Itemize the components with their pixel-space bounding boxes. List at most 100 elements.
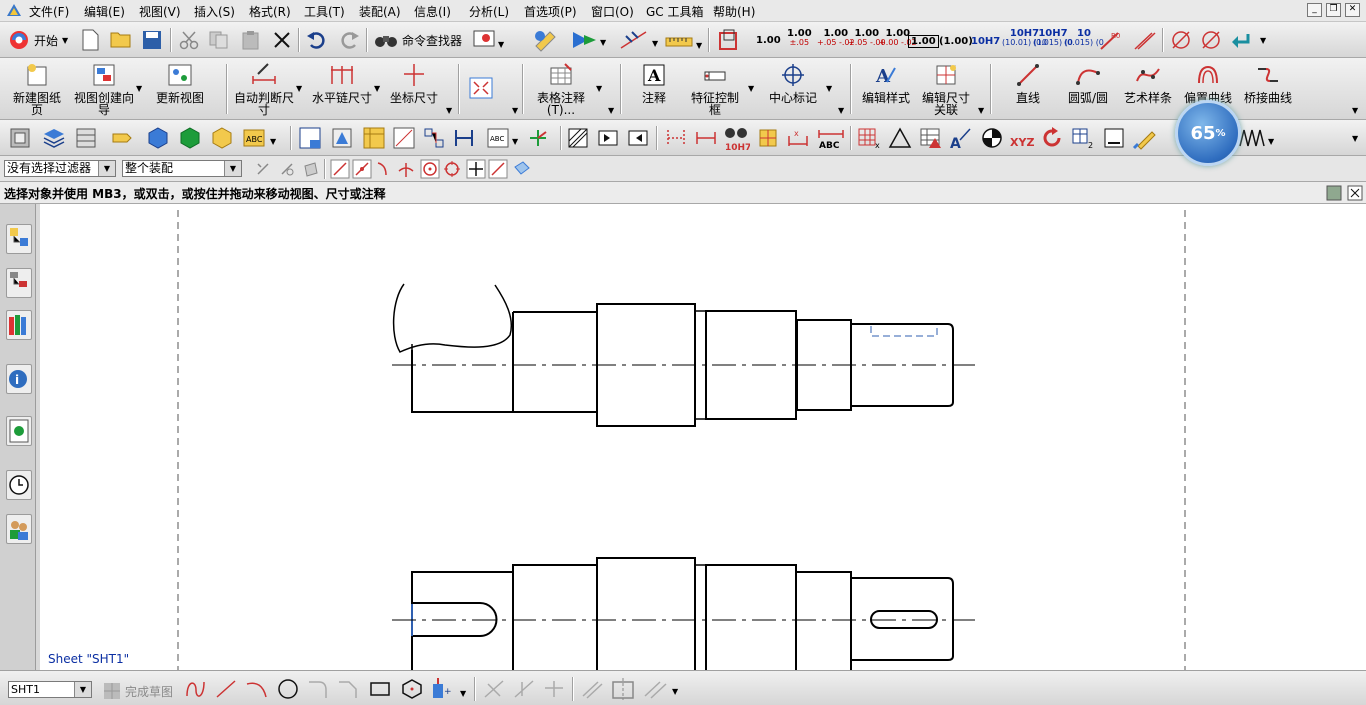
ordinate-dimension-button[interactable]: 坐标尺寸 [384,62,444,104]
select-face-icon[interactable] [302,160,320,178]
center-mark-dropdown[interactable]: ▼ [826,84,832,93]
triangle-icon[interactable] [888,126,912,150]
sketch-polygon-icon[interactable] [400,678,424,700]
type-filter-select[interactable]: 没有选择过滤器 ▼ [4,160,116,177]
undo-icon[interactable] [306,30,328,50]
view-orientation-icon[interactable] [526,126,556,150]
rapid-dimension-button[interactable]: 自动判断尺寸 [234,62,294,116]
sketch-constraints-icon[interactable]: + ▼ [430,676,470,702]
brush-icon[interactable] [1132,126,1160,150]
hole-dimension-icon[interactable]: 10H7 [722,124,750,152]
close-window-button[interactable]: ✕ [1345,3,1360,17]
view-style-icon[interactable]: ABC ▼ [486,126,522,150]
sheet-select[interactable]: SHT1 ▼ [8,681,92,698]
display-icon[interactable]: ▼ [472,29,506,51]
start-button[interactable]: 开始 ▼ [8,28,68,52]
note-button[interactable]: A 注释 [630,62,678,104]
detail-view-icon[interactable] [392,126,416,150]
new-sheet-button[interactable]: 新建图纸页 [8,62,66,116]
tolerance-limit[interactable]: 1.00 ±.05 [787,29,812,48]
history-tab[interactable] [6,470,32,500]
part-navigator-tab[interactable] [6,224,32,254]
menu-preferences[interactable]: 首选项(P) [524,3,577,20]
dimension-grid-icon[interactable] [664,126,688,150]
menu-tools[interactable]: 工具(T) [304,3,345,20]
restore-button[interactable]: ❐ [1326,3,1341,17]
abc-dimension-icon[interactable]: ABC [816,124,846,152]
tabular-note-button[interactable]: 表格注释(T)... [530,62,592,116]
edit-group-dropdown[interactable]: ▼ [978,106,984,115]
xyz-icon[interactable]: XYZ [1008,126,1038,150]
menu-gc-toolkit[interactable]: GC 工具箱 [646,3,704,20]
drawing-sheet[interactable] [40,204,1366,670]
snap-existing-point-icon[interactable] [466,159,486,179]
sketch-fillet-icon[interactable] [306,678,330,700]
studio-spline-button[interactable]: 艺术样条 [1120,62,1176,104]
sketch-line-icon[interactable] [214,678,238,700]
view-wizard-dropdown[interactable]: ▼ [136,84,142,93]
snap-point-icon[interactable]: ▼ [618,28,662,52]
arc-circle-button[interactable]: 圆弧/圆 [1060,62,1116,104]
new-file-icon[interactable] [80,29,100,51]
edit-dimension-association-button[interactable]: 编辑尺寸关联 [918,62,974,116]
sheet-select-arrow-icon[interactable]: ▼ [74,682,91,697]
menu-assemblies[interactable]: 装配(A) [359,3,401,20]
toolbar1-more-chevron[interactable]: ▼ [1260,36,1266,45]
sketch-circle-icon[interactable] [276,678,300,700]
mirror-icon[interactable] [610,676,636,702]
radius-to-center-icon[interactable] [1132,28,1158,52]
pattern-icon[interactable]: ▼ [642,678,688,700]
minimize-button[interactable]: _ [1307,3,1322,17]
chamfer-dimension-icon[interactable]: x [786,126,810,150]
horizontal-chain-dropdown[interactable]: ▼ [374,84,380,93]
projected-view-icon[interactable] [362,126,386,150]
horizontal-chain-button[interactable]: 水平链尺寸 [312,62,372,104]
annotation-group-dropdown[interactable]: ▼ [838,106,844,115]
toolbar2-more-chevron[interactable]: ▼ [1352,106,1358,115]
snap-point-on-face-icon[interactable] [512,159,532,179]
base-view-icon[interactable] [330,126,354,150]
paste-icon[interactable] [240,30,262,50]
datum-icon[interactable] [756,126,780,150]
edit-object-icon[interactable] [532,28,560,52]
finish-sketch-button[interactable]: 完成草图 [102,681,173,701]
radius-dimension-icon[interactable]: R0 [1098,28,1124,52]
rotate-icon[interactable] [1040,126,1064,150]
rapid-dimension-dropdown[interactable]: ▼ [296,84,302,93]
shaft-top-view[interactable] [411,557,954,670]
part-navigator-icon[interactable] [8,126,32,150]
cube-blue-icon[interactable] [146,126,170,150]
copy-icon[interactable] [208,30,230,50]
progress-widget[interactable]: 65% [1175,100,1241,166]
diameter-alt-icon[interactable] [1200,29,1222,51]
layers-icon[interactable] [42,126,66,150]
offset-sketch-icon[interactable] [580,678,604,700]
table-x-icon[interactable]: x [856,126,882,150]
sketch-rectangle-icon[interactable] [368,678,392,700]
status-toggle-icon[interactable] [1326,185,1342,201]
snap-intersection-icon[interactable] [396,159,416,179]
menu-information[interactable]: 信息(I) [414,3,451,20]
cube-green-icon[interactable] [178,126,202,150]
feature-control-frame-button[interactable]: 特征控制框 [686,62,744,116]
toolbar3-more-chevron[interactable]: ▼ [1352,134,1358,143]
dimension-group-dropdown[interactable]: ▼ [446,106,452,115]
sketch-arc-icon[interactable] [244,678,270,700]
table-warning-icon[interactable] [918,126,944,150]
cut-icon[interactable] [178,30,200,50]
snap-curve-icon[interactable] [374,159,394,179]
make-corner-icon[interactable] [542,678,566,700]
offset-curve-button[interactable]: 偏置曲线 [1180,62,1236,104]
menu-analysis[interactable]: 分析(L) [469,3,509,20]
snap-midpoint-icon[interactable] [352,159,372,179]
menu-window[interactable]: 窗口(O) [591,3,634,20]
view-group-dropdown[interactable]: ▼ [512,106,518,115]
return-arrow-icon[interactable] [1230,30,1252,50]
view-wizard-button[interactable]: 视图创建向导 [74,62,134,116]
tag-icon[interactable] [110,126,134,150]
quick-trim-icon[interactable] [482,678,506,700]
snap-point-on-curve-icon[interactable] [488,159,508,179]
section-view-icon[interactable] [422,126,446,150]
horizontal-dimension-icon[interactable] [694,126,718,150]
menu-file[interactable]: 文件(F) [29,3,69,20]
